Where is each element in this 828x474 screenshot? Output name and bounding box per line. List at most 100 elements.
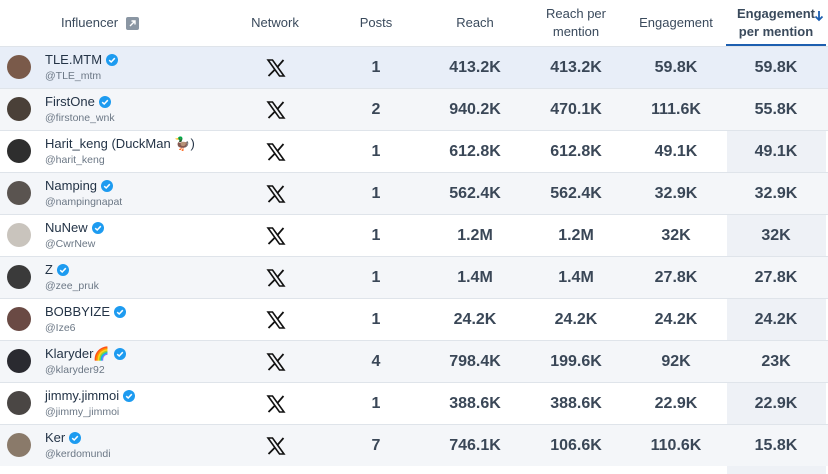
influencer-name[interactable]: Namping (45, 178, 114, 195)
x-icon (266, 226, 286, 246)
table-row[interactable]: jimmy.jimmoi @jimmy_jimmoi 1 388.6K 388.6K 22… (0, 382, 828, 424)
avatar[interactable] (7, 307, 31, 331)
cell-engagement-per-mention: 32K (761, 226, 791, 244)
avatar[interactable] (7, 97, 31, 121)
table-row[interactable]: BOBBYIZE @Ize6 1 24.2K 24.2K 24.2K 24.2K (0, 298, 828, 340)
verified-badge-icon (91, 222, 104, 237)
cell-reach-per-mention: 388.6K (550, 394, 602, 412)
verified-badge-icon (69, 432, 82, 447)
cell-engagement-per-mention: 59.8K (754, 58, 798, 76)
avatar[interactable] (7, 139, 31, 163)
cell-engagement: 32.9K (654, 184, 698, 202)
cell-engagement-per-mention: 55.8K (754, 100, 798, 118)
x-icon (266, 310, 286, 330)
col-header-network-label: Network (251, 15, 299, 30)
x-icon (266, 436, 286, 456)
verified-badge-icon (56, 264, 69, 279)
cell-posts: 1 (371, 142, 381, 160)
cell-reach: 940.2K (449, 100, 501, 118)
col-header-influencer-label: Influencer (60, 15, 119, 30)
verified-badge-icon (114, 306, 127, 321)
col-header-posts-label: Posts (359, 15, 393, 30)
x-icon (266, 184, 286, 204)
cell-reach: 1.4M (457, 268, 493, 286)
cell-reach: 746.1K (449, 436, 501, 454)
cell-reach-per-mention: 199.6K (550, 352, 602, 370)
col-header-influencer[interactable]: Influencer (0, 0, 200, 46)
avatar[interactable] (7, 433, 31, 457)
influencer-handle: @zee_pruk (45, 280, 99, 292)
table-row[interactable]: Harit_keng (DuckMan 🦆) @harit_keng 1 612.8K… (0, 130, 828, 172)
cell-posts: 1 (371, 394, 381, 412)
col-header-reach-per-mention[interactable]: Reach per mention (530, 0, 622, 46)
influencer-name[interactable]: FirstOne (45, 94, 111, 111)
cell-reach: 1.2M (457, 226, 493, 244)
influencer-name[interactable]: TLE.MTM (45, 52, 119, 69)
influencer-handle: @firstone_wnk (45, 112, 115, 124)
table-row[interactable]: Namping @nampingnapat 1 562.4K 562.4K 32.9K 32… (0, 172, 828, 214)
cell-reach-per-mention: 470.1K (550, 100, 602, 118)
cell-reach-per-mention: 1.2M (558, 226, 594, 244)
influencer-name[interactable]: jimmy.jimmoi (45, 388, 136, 405)
col-header-posts[interactable]: Posts (340, 0, 412, 46)
table-row[interactable]: Klaryder🌈 @klaryder92 4 798.4K 199.6K 92K 23K (0, 340, 828, 382)
avatar[interactable] (7, 265, 31, 289)
cell-engagement-per-mention: 27.8K (754, 268, 798, 286)
col-header-engagement-per-mention[interactable]: Engagement per mention (726, 0, 826, 46)
col-header-epm-label: Engagement per mention (736, 6, 815, 39)
table-row[interactable]: Ker @kerdomundi 7 746.1K 106.6K 110.6K 15.8K (0, 424, 828, 466)
cell-reach: 612.8K (449, 142, 501, 160)
cell-reach-per-mention: 562.4K (550, 184, 602, 202)
table-row[interactable]: FirstOne @firstone_wnk 2 940.2K 470.1K 111.6K… (0, 88, 828, 130)
col-header-rpm-label: Reach per mention (546, 6, 606, 39)
avatar[interactable] (7, 391, 31, 415)
col-header-engagement[interactable]: Engagement (632, 0, 720, 46)
x-icon (266, 142, 286, 162)
cell-engagement: 110.6K (650, 436, 702, 454)
cell-engagement-per-mention: 23K (761, 352, 791, 370)
cell-engagement: 49.1K (654, 142, 698, 160)
verified-badge-icon (98, 96, 111, 111)
cell-engagement-per-mention: 49.1K (754, 142, 798, 160)
avatar[interactable] (7, 55, 31, 79)
influencer-name[interactable]: Ker (45, 430, 82, 447)
col-header-reach-label: Reach (456, 15, 494, 30)
influencer-handle: @TLE_mtm (45, 70, 102, 82)
cell-reach: 562.4K (449, 184, 501, 202)
table-row[interactable]: NuNew @CwrNew 1 1.2M 1.2M 32K 32K (0, 214, 828, 256)
cell-posts: 1 (371, 268, 381, 286)
influencer-handle: @CwrNew (45, 238, 96, 250)
cell-engagement: 24.2K (654, 310, 698, 328)
col-header-engagement-label: Engagement (639, 15, 713, 30)
external-link-icon[interactable] (126, 16, 140, 30)
cell-reach: 413.2K (449, 58, 501, 76)
cell-reach: 798.4K (449, 352, 501, 370)
col-header-network[interactable]: Network (230, 0, 320, 46)
influencer-name[interactable]: Harit_keng (DuckMan 🦆) (45, 136, 195, 152)
verified-badge-icon (113, 348, 126, 363)
influencer-handle: @kerdomundi (45, 448, 111, 460)
influencer-name[interactable]: NuNew (45, 220, 104, 237)
verified-badge-icon (101, 180, 114, 195)
verified-badge-icon (123, 390, 136, 405)
table-row[interactable]: TLE.MTM @TLE_mtm 1 413.2K 413.2K 59.8K 59.8K (0, 46, 828, 88)
cell-posts: 4 (371, 352, 381, 370)
avatar[interactable] (7, 223, 31, 247)
cell-engagement-per-mention: 24.2K (754, 310, 798, 328)
influencer-name[interactable]: BOBBYIZE (45, 304, 127, 321)
x-icon (266, 352, 286, 372)
arrow-down-icon[interactable] (814, 8, 824, 26)
influencer-name[interactable]: Klaryder🌈 (45, 346, 126, 363)
cell-engagement: 59.8K (654, 58, 698, 76)
influencer-handle: @klaryder92 (45, 364, 105, 376)
table-row[interactable]: Z @zee_pruk 1 1.4M 1.4M 27.8K 27.8K (0, 256, 828, 298)
cell-posts: 1 (371, 184, 381, 202)
avatar[interactable] (7, 349, 31, 373)
avatar[interactable] (7, 181, 31, 205)
cell-reach-per-mention: 106.6K (550, 436, 602, 454)
cell-engagement: 27.8K (654, 268, 698, 286)
cell-posts: 7 (371, 436, 381, 454)
col-header-reach[interactable]: Reach (425, 0, 525, 46)
influencer-name[interactable]: Z (45, 262, 69, 279)
cell-reach-per-mention: 24.2K (554, 310, 598, 328)
